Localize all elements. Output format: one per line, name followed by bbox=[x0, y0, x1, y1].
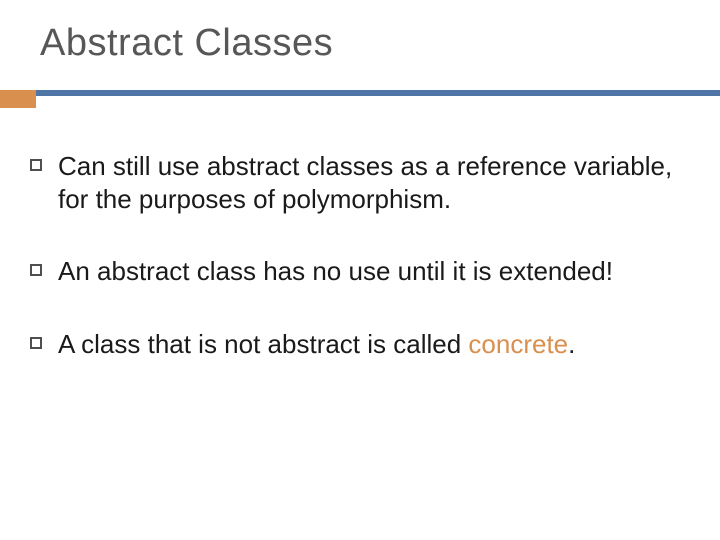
square-bullet-icon bbox=[30, 337, 42, 349]
square-bullet-icon bbox=[30, 264, 42, 276]
bullet-text: An abstract class has no use until it is… bbox=[58, 255, 613, 288]
square-bullet-icon bbox=[30, 159, 42, 171]
slide: Abstract Classes Can still use abstract … bbox=[0, 0, 720, 540]
list-item: Can still use abstract classes as a refe… bbox=[30, 150, 680, 215]
divider-bar bbox=[0, 90, 720, 96]
divider-accent bbox=[0, 90, 36, 108]
list-item: An abstract class has no use until it is… bbox=[30, 255, 680, 288]
slide-title: Abstract Classes bbox=[40, 22, 333, 65]
bullet-text: Can still use abstract classes as a refe… bbox=[58, 150, 680, 215]
list-item: A class that is not abstract is called c… bbox=[30, 328, 680, 361]
bullet-text: A class that is not abstract is called c… bbox=[58, 328, 575, 361]
bullet-list: Can still use abstract classes as a refe… bbox=[30, 150, 680, 400]
